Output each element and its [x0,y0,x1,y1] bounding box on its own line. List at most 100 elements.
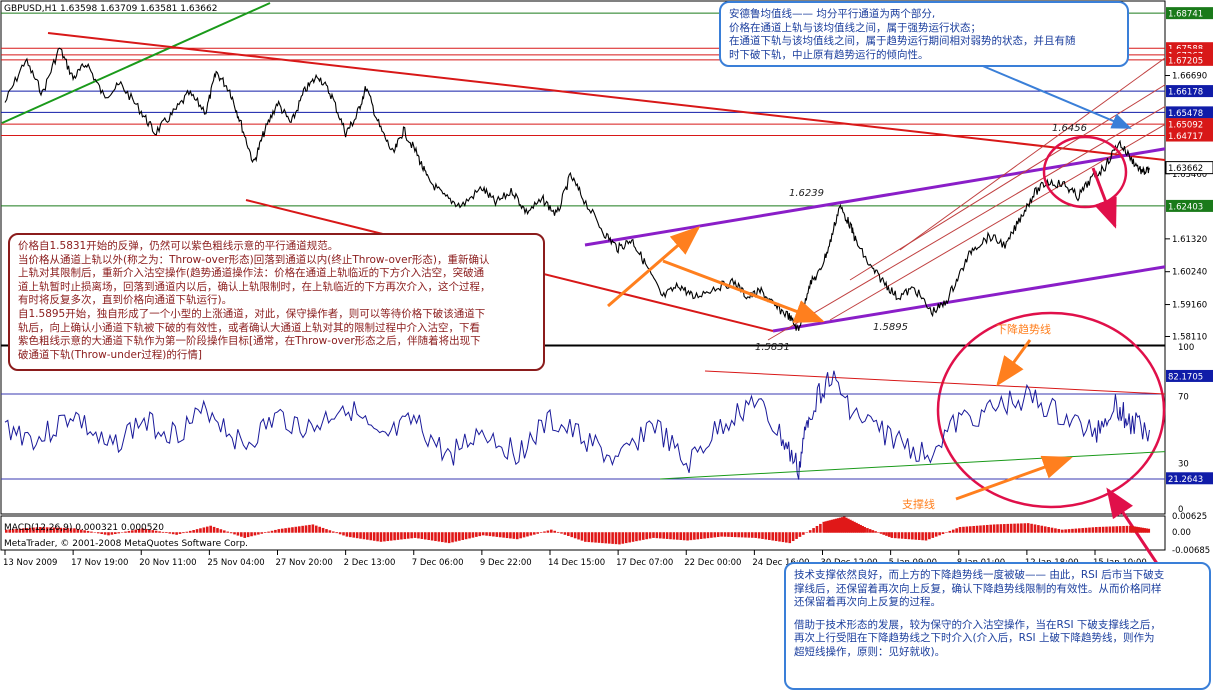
macd-axis: 0.00625 0.00 -0.00685 [1172,512,1210,556]
macd-bar [444,532,448,543]
macd-bar [178,532,182,534]
macd-bar [669,532,672,540]
macd-bar [413,532,417,538]
macd-bar [294,526,298,533]
macd-bar [345,532,349,537]
macd-bar [420,532,424,539]
macd-bar [260,532,264,534]
macd-bar [1054,528,1057,533]
macd-bar [318,526,321,533]
macd-bar [556,531,560,533]
macd-bar [648,532,652,539]
macd-bar [359,532,362,539]
macd-bar [321,527,325,533]
main-note-line: 自1.5895开始，独自形成了一个小型的上涨通道，对此，保守操作者，则可以等待价… [18,307,486,320]
macd-bar [689,532,693,541]
rsi-note-line: 超短线操作，原则：见好就收)。 [794,645,946,658]
main-note-line: 道上轨暂时止损离场，回落到通道内以后，确认上轨限制时，在上轨临近的下方再次介入，… [18,280,491,293]
macd-bar [369,532,373,541]
macd-bar [607,532,611,544]
macd-bar [550,529,553,533]
chart-header: GBPUSD,H1 1.63598 1.63709 1.63581 1.6366… [4,4,217,14]
macd-bar [1081,528,1084,533]
macd-bar [754,532,757,538]
price-badge-label: 1.63662 [1168,164,1203,174]
macd-bar [447,532,451,544]
macd-bar [546,530,550,533]
macd-bar [171,532,175,535]
macd-bar [1016,523,1020,533]
macd-bar [676,532,679,540]
macd-bar [498,532,502,538]
price-badge-label: 1.67205 [1168,56,1203,66]
macd-bar [696,532,700,540]
rsi-note-line: 撑线后，还保留着再次向上反复，确认下降趋势线限制的有效性。从而价格同样 [794,582,1162,595]
macd-bar [434,532,437,542]
rsi-tick-label: 30 [1178,460,1189,470]
macd-bar [451,532,454,543]
macd-bar [301,525,304,533]
macd-bar [209,525,212,533]
macd-bar [900,532,904,539]
macd-bar [437,532,441,542]
macd-bar [250,532,253,537]
macd-bar [618,532,621,545]
macd-bar [662,532,666,539]
macd-bar [737,532,740,538]
macd-bar [986,524,989,533]
macd-bar [539,532,543,533]
macd-bar [495,532,499,537]
macd-bar [911,532,914,540]
macd-bar [1105,526,1108,533]
macd-bar [744,532,747,538]
price-axis: 1.666901.634601.613201.602401.591601.581… [1165,7,1213,342]
macd-bar [879,532,883,534]
macd-bar [921,532,924,541]
macd-bar [403,532,407,540]
macd-bar [703,532,706,539]
macd-bar [423,532,427,540]
macd-bar [757,532,761,539]
macd-bar [478,532,482,537]
macd-bar [1043,526,1047,533]
macd-bar [304,525,308,533]
macd-bar [515,532,519,540]
macd-bar [379,532,383,542]
macd-bar [614,532,618,545]
macd-bar [768,532,771,540]
macd-bar [996,524,999,533]
macd-bar [747,532,751,538]
macd-bar [601,532,604,544]
channel-annotation-box: 价格自1.5831开始的反弹，仍然可以紫色粗线示意的平行通道规范。 当价格从通道… [8,233,545,371]
time-tick-label: 9 Dec 22:00 [480,558,532,568]
rsi-axis: 1007030082.170521.2643 [1166,343,1213,515]
macd-bar [280,528,284,533]
price-annotation-1: 1.6456 [1052,123,1087,134]
macd-bar [720,532,723,537]
macd-bar [659,532,662,539]
macd-bar [1033,524,1037,533]
macd-bar [590,532,594,543]
macd-bar [894,532,897,539]
macd-bar [1095,527,1098,533]
time-tick-label: 7 Dec 06:00 [412,558,464,568]
macd-bar [342,532,345,536]
macd-bar [1147,528,1151,533]
macd-bar [277,529,281,533]
macd-bar [979,525,982,533]
copyright: MetaTrader, © 2001-2008 MetaQuotes Softw… [4,539,248,549]
rsi-note-line: 还保留着再次向上反复的过程。 [794,596,941,609]
macd-bar [882,532,886,535]
macd-bar [417,532,420,539]
macd-bar [532,532,536,535]
macd-bar [454,532,458,542]
macd-bar [638,532,642,541]
macd-bar [400,532,403,540]
macd-bar [788,532,792,544]
macd-bar [580,532,584,541]
macd-bar [338,532,342,535]
macd-bar [267,531,270,533]
macd-bar [393,532,396,541]
macd-bar [168,532,172,534]
macd-bar [464,532,468,540]
